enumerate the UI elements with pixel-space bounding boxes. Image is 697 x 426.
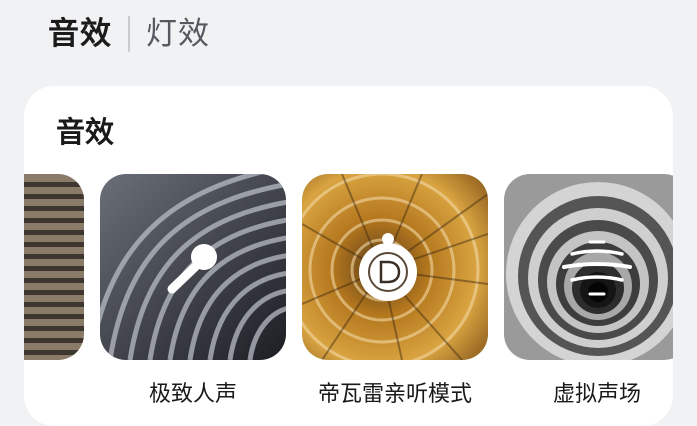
devialet-logo-icon xyxy=(359,233,417,301)
microphone-icon xyxy=(167,244,217,294)
tab-divider xyxy=(128,16,130,52)
tile-label-virtual: 虚拟声场 xyxy=(552,382,641,407)
tile-background-stripes xyxy=(24,174,84,360)
tab-sound-effects[interactable]: 音效 xyxy=(48,12,112,56)
sound-mode-tile-vocal[interactable] xyxy=(100,174,286,360)
sound-mode-tile-devialet[interactable] xyxy=(302,174,488,360)
sound-wave-icon xyxy=(562,240,632,296)
sound-mode-tile-partial[interactable] xyxy=(24,174,84,360)
tile-label-devialet: 帝瓦雷亲听模式 xyxy=(317,382,472,407)
tab-bar: 音效 灯效 xyxy=(48,12,210,56)
tab-light-effects[interactable]: 灯效 xyxy=(146,12,210,56)
sound-mode-tile-virtual[interactable] xyxy=(504,174,673,360)
sound-effects-card: 音效 场 xyxy=(24,86,673,426)
section-title: 音效 xyxy=(56,115,115,149)
tile-label-partial: 场 xyxy=(24,376,60,408)
tile-label-vocal: 极致人声 xyxy=(148,382,237,407)
